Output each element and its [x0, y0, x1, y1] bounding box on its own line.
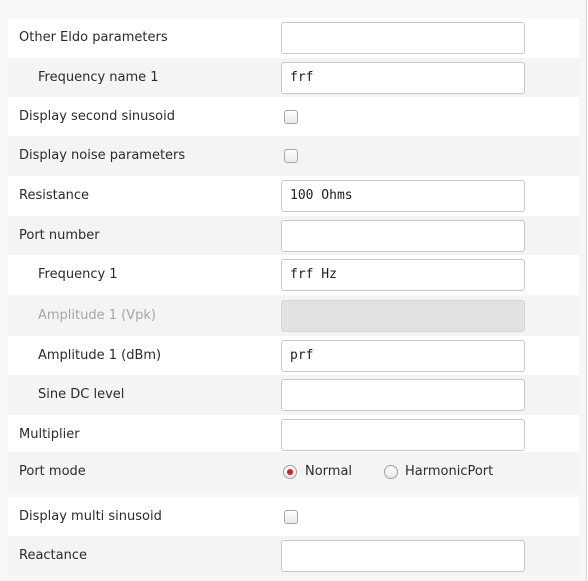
row-resistance: Resistance 100 Ohms	[8, 176, 579, 216]
resistance-input[interactable]: 100 Ohms	[281, 180, 525, 212]
reactance-input[interactable]	[281, 540, 525, 572]
sine-dc-level-input[interactable]	[281, 379, 525, 411]
row-amplitude-1-dbm: Amplitude 1 (dBm) prf	[8, 336, 579, 376]
amplitude-1-dbm-input[interactable]: prf	[281, 340, 525, 372]
row-amplitude-1-vpk: Amplitude 1 (Vpk)	[8, 296, 579, 336]
row-multiplier: Multiplier	[8, 415, 579, 455]
multiplier-label: Multiplier	[19, 427, 80, 442]
row-frequency-name-1: Frequency name 1 frf	[8, 58, 579, 98]
other-eldo-parameters-label: Other Eldo parameters	[19, 30, 168, 45]
amplitude-1-dbm-label: Amplitude 1 (dBm)	[38, 348, 162, 363]
row-frequency-1: Frequency 1 frf Hz	[8, 255, 579, 295]
display-multi-sinusoid-label: Display multi sinusoid	[19, 509, 162, 524]
frequency-1-label: Frequency 1	[38, 267, 118, 282]
port-mode-normal-label[interactable]: Normal	[305, 452, 352, 492]
sine-dc-level-label: Sine DC level	[38, 387, 125, 402]
display-noise-parameters-checkbox[interactable]	[284, 149, 298, 163]
frequency-name-1-label: Frequency name 1	[38, 70, 159, 85]
other-eldo-parameters-input[interactable]	[281, 22, 525, 54]
resistance-label: Resistance	[19, 188, 90, 203]
port-mode-normal-radio[interactable]	[283, 465, 297, 479]
port-number-label: Port number	[19, 228, 100, 243]
parameters-panel: Other Eldo parameters Frequency name 1 f…	[0, 0, 587, 581]
port-mode-label: Port mode	[19, 464, 86, 479]
row-display-second-sinusoid: Display second sinusoid	[8, 97, 579, 137]
reactance-label: Reactance	[19, 548, 88, 563]
row-reactance: Reactance	[8, 536, 579, 576]
row-other-eldo-parameters: Other Eldo parameters	[8, 18, 579, 58]
row-display-noise-parameters: Display noise parameters	[8, 136, 579, 176]
amplitude-1-vpk-label: Amplitude 1 (Vpk)	[38, 308, 156, 323]
frequency-1-input[interactable]: frf Hz	[281, 259, 525, 291]
display-second-sinusoid-label: Display second sinusoid	[19, 109, 175, 124]
frequency-name-1-input[interactable]: frf	[281, 62, 525, 94]
row-port-number: Port number	[8, 216, 579, 256]
amplitude-1-vpk-input	[281, 300, 525, 332]
port-mode-harmonicport-radio[interactable]	[384, 465, 398, 479]
display-noise-parameters-label: Display noise parameters	[19, 148, 186, 163]
port-mode-harmonicport-label[interactable]: HarmonicPort	[405, 452, 493, 492]
row-sine-dc-level: Sine DC level	[8, 375, 579, 415]
multiplier-input[interactable]	[281, 419, 525, 451]
row-port-mode: Port mode Normal HarmonicPort	[8, 452, 579, 492]
row-display-multi-sinusoid: Display multi sinusoid	[8, 497, 579, 537]
display-second-sinusoid-checkbox[interactable]	[284, 110, 298, 124]
port-number-input[interactable]	[281, 220, 525, 252]
display-multi-sinusoid-checkbox[interactable]	[284, 510, 298, 524]
